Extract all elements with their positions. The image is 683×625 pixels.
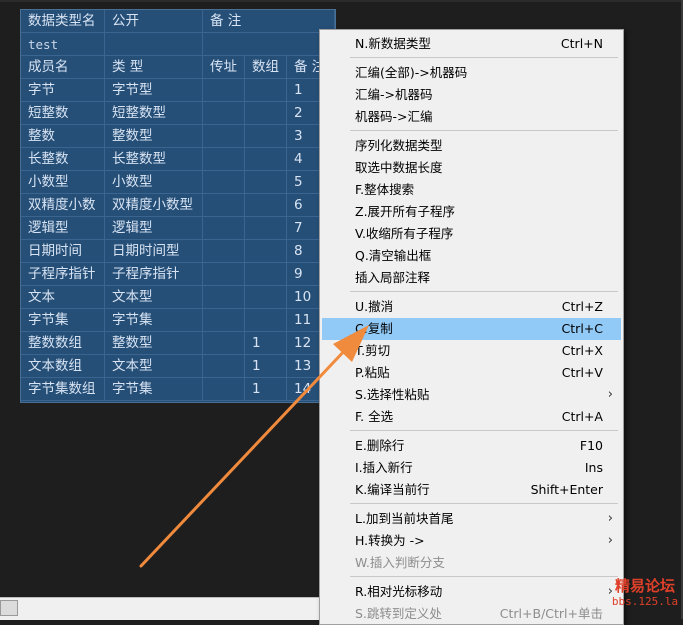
watermark: 精易论坛 bbs.125.la [610, 577, 680, 609]
annotation-arrow [139, 325, 369, 568]
watermark-title: 精易论坛 [614, 577, 675, 595]
annotation-arrow-shaft [139, 345, 350, 568]
watermark-url: bbs.125.la [611, 595, 679, 608]
